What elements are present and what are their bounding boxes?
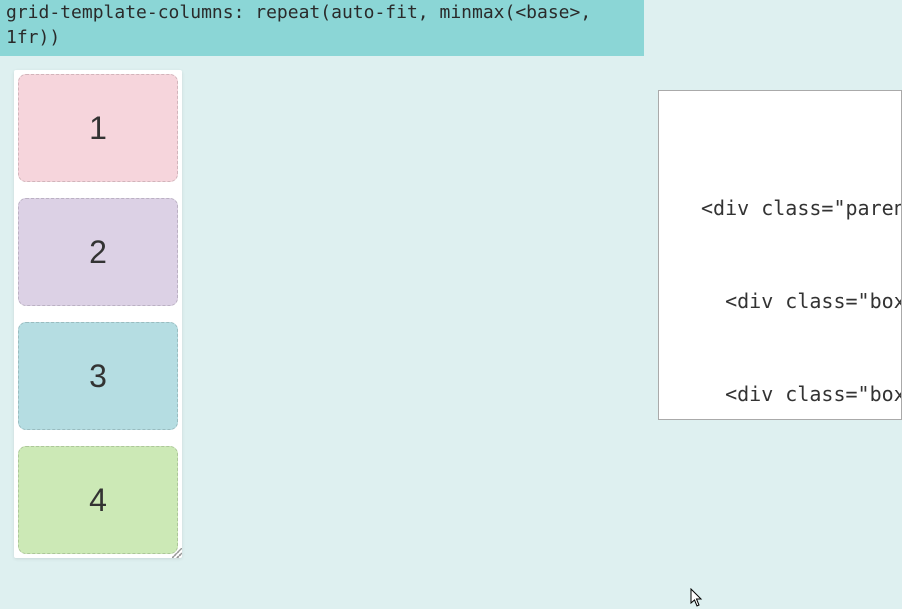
- css-property-text: grid-template-columns: repeat(auto-fit, …: [6, 2, 591, 48]
- grid-box-1: 1: [18, 74, 178, 182]
- grid-box-2: 2: [18, 198, 178, 306]
- box-label: 2: [89, 234, 107, 271]
- cursor-icon: [690, 588, 704, 608]
- code-line: <div class="box p: [701, 379, 891, 410]
- html-code-panel: <div class="parent <div class="box p <di…: [658, 90, 902, 420]
- grid-demo-container[interactable]: 1 2 3 4: [14, 70, 182, 558]
- box-label: 3: [89, 358, 107, 395]
- grid-box-3: 3: [18, 322, 178, 430]
- code-line: <div class="box p: [701, 286, 891, 317]
- box-label: 1: [89, 110, 107, 147]
- code-line: <div class="parent: [701, 193, 891, 224]
- box-label: 4: [89, 482, 107, 519]
- grid-box-4: 4: [18, 446, 178, 554]
- css-property-header: grid-template-columns: repeat(auto-fit, …: [0, 0, 644, 56]
